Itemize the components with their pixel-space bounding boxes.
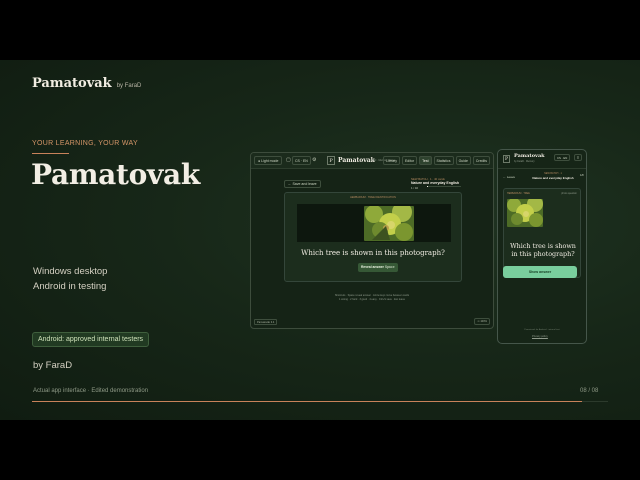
save-and-leave-button[interactable]: ← Save and leave — [284, 180, 321, 188]
version-label: Pamatovak 3.4 — [254, 319, 278, 325]
phone-session-status: NEW BATCH · 1 Nature and everyday Englis… — [532, 172, 574, 180]
brand: Pamatovak by FaraD — [32, 76, 141, 91]
tab-credits[interactable]: Credits — [472, 156, 490, 165]
settings-icon[interactable]: ⚙ — [312, 157, 316, 164]
platform-windows: Windows desktop — [33, 266, 108, 277]
phone-flashcard: HERBARIUM · TREE photo question Which tr… — [503, 188, 581, 278]
reveal-shortcut: Space — [384, 265, 395, 269]
window-icon[interactable]: ▢ — [286, 157, 291, 164]
brand-byline: by FaraD — [116, 83, 142, 89]
phone-tree-photo — [507, 199, 543, 227]
privacy-policy-link[interactable]: Privacy policy — [532, 335, 548, 338]
android-testers-badge: Android: approved internal testers — [32, 332, 150, 347]
eyebrow-underline — [32, 153, 69, 154]
platform-list: Windows desktop Android in testing — [33, 264, 107, 294]
phone-card-type: photo question — [561, 192, 577, 195]
question-text: Which tree is shown in this photograph? — [301, 249, 445, 257]
deck-name: Nature and everyday English — [411, 181, 460, 185]
phone-leave-button[interactable]: ← Leave — [503, 175, 515, 179]
footnote: Actual app interface · Edited demonstrat… — [33, 388, 149, 394]
desktop-topbar: ● Light mode ▢ CS · EN ⚙ P Pamatovak by … — [251, 153, 493, 169]
tab-editor[interactable]: Editor — [401, 156, 418, 165]
menu-icon[interactable]: ≡ — [574, 154, 582, 161]
keyboard-hints: Shortcuts · Space reveal answer · Arrow … — [334, 294, 410, 301]
slide-progress-fill — [32, 401, 583, 402]
phone-card-count: 1/8 — [580, 174, 584, 177]
session-progress-bar — [427, 186, 461, 187]
phone-card-meta: HERBARIUM · TREE — [507, 192, 530, 195]
android-app-screenshot: P Pamatovak by FaraD · Memory CS · EN ≡ … — [497, 149, 587, 344]
phone-footer: Pamatovak for Android · internal test — [524, 329, 560, 331]
desktop-nav-tabs: Library Editor Test Statistics Guide Cre… — [383, 156, 490, 165]
slide-progress-track — [32, 401, 608, 402]
tab-guide[interactable]: Guide — [455, 156, 471, 165]
phone-app-logo-icon: P — [503, 155, 510, 163]
page-number: 08 / 08 — [580, 388, 599, 394]
phone-app-name: Pamatovak — [514, 153, 545, 159]
eyebrow: YOUR LEARNING, YOUR WAY — [32, 140, 138, 147]
platform-android: Android in testing — [33, 281, 107, 292]
desktop-session-status: NEW BATCH · 1 · 40 cards Nature and ever… — [411, 177, 461, 190]
tree-photo — [364, 206, 414, 241]
brand-name: Pamatovak — [32, 76, 112, 91]
light-mode-button[interactable]: ● Light mode — [254, 156, 283, 165]
flashcard: HERBARIUM · TREE IDENTIFICATION Which tr… — [284, 192, 462, 282]
tab-statistics[interactable]: Statistics — [433, 156, 454, 165]
tab-library[interactable]: Library — [383, 156, 400, 165]
phone-question-text: Which tree is shown in this photograph? — [510, 242, 576, 258]
session-progress-fill — [427, 186, 429, 187]
zoom-control[interactable]: ⊙ 100% — [474, 318, 490, 325]
reveal-answer-button[interactable]: Reveal answer Space — [358, 263, 398, 272]
language-toggle[interactable]: CS · EN — [292, 156, 311, 165]
phone-language-toggle[interactable]: CS · EN — [554, 154, 571, 161]
presentation-slide: Pamatovak by FaraD YOUR LEARNING, YOUR W… — [0, 60, 640, 420]
app-logo-icon: P — [327, 156, 335, 165]
photo-frame — [297, 204, 451, 242]
card-meta: HERBARIUM · TREE IDENTIFICATION — [350, 196, 396, 199]
author: by FaraD — [33, 360, 73, 371]
tab-test[interactable]: Test — [419, 156, 432, 165]
hero-title: Pamatovak — [31, 158, 200, 191]
phone-app-subtitle: by FaraD · Memory — [514, 160, 535, 163]
phone-header-divider — [498, 168, 586, 169]
show-answer-button[interactable]: Show answer — [503, 266, 577, 278]
desktop-app-screenshot: ● Light mode ▢ CS · EN ⚙ P Pamatovak by … — [250, 152, 494, 329]
